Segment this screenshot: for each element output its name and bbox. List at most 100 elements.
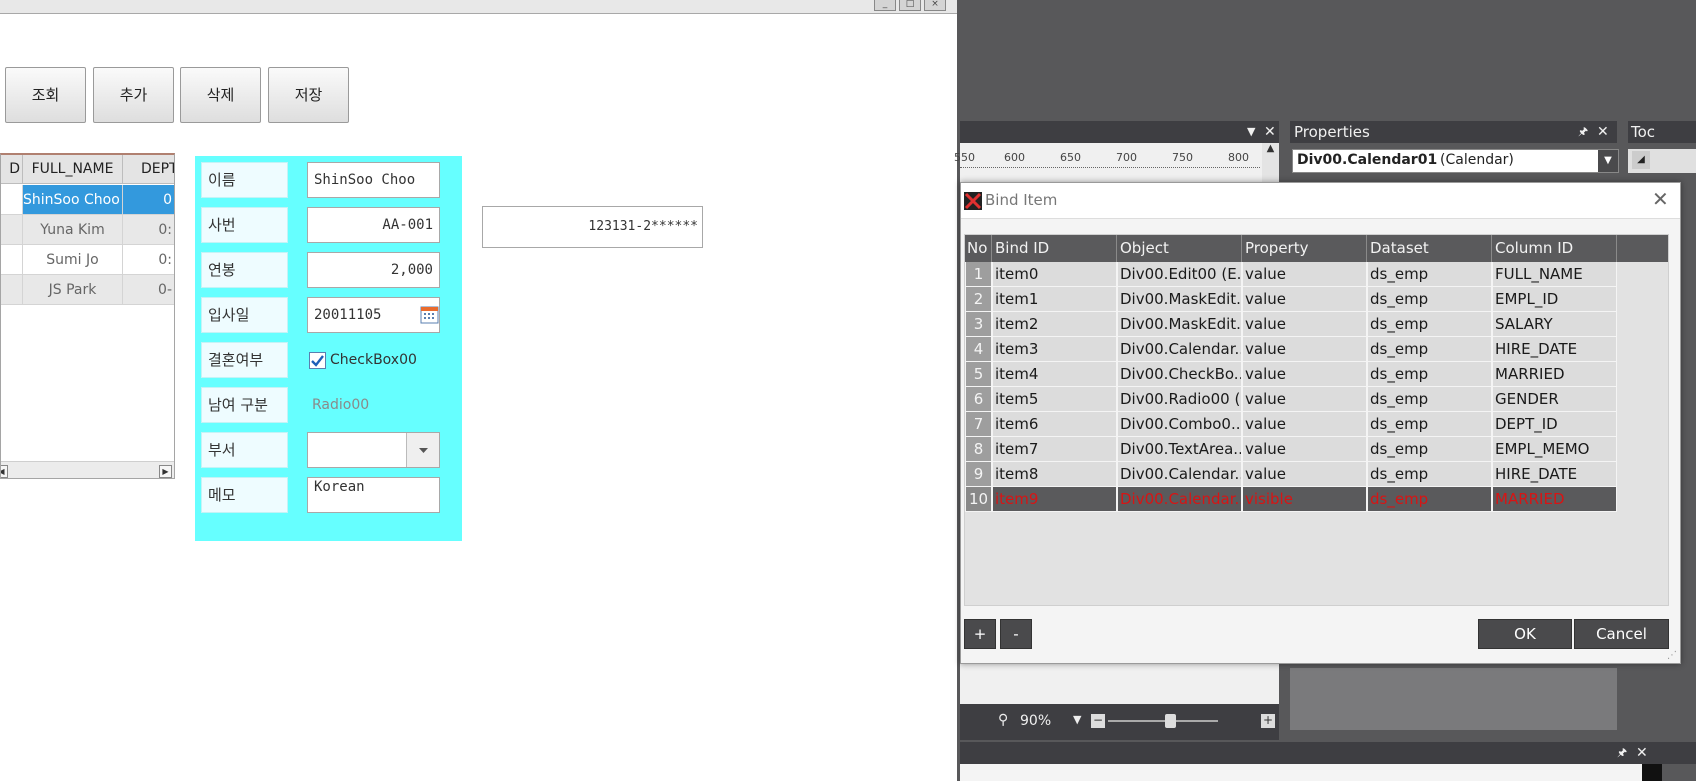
delete-button[interactable]: 삭제 <box>180 67 261 123</box>
grid-header-dept[interactable]: DEPT <box>123 155 174 184</box>
pin-icon[interactable]: 🖈 <box>1578 121 1588 143</box>
cell-dataset: ds_emp <box>1367 362 1492 387</box>
table-row[interactable]: 3 item2 Div00.MaskEdit... value ds_emp SALARY <box>965 312 1617 337</box>
cell-property: value <box>1242 362 1367 387</box>
properties-object-select[interactable]: Div00.Calendar01 (Calendar) ▼ <box>1292 149 1619 173</box>
cell-column-id: GENDER <box>1492 387 1617 412</box>
cancel-button[interactable]: Cancel <box>1574 619 1669 649</box>
column-header-property[interactable]: Property <box>1242 235 1367 262</box>
zoom-slider-thumb[interactable] <box>1165 714 1176 728</box>
hire-date-label: 입사일 <box>201 297 288 333</box>
ok-button[interactable]: OK <box>1478 619 1572 649</box>
table-row[interactable]: 1 item0 Div00.Edit00 (E... value ds_emp FULL_… <box>965 262 1617 287</box>
panel-menu-icon[interactable]: ▼ <box>1247 121 1255 143</box>
panel-close-icon[interactable]: ✕ <box>1597 121 1609 143</box>
table-row[interactable]: 9 item8 Div00.Calendar... value ds_emp HIRE_D… <box>965 462 1617 487</box>
table-row[interactable]: 7 item6 Div00.Combo0... value ds_emp DEPT_ID <box>965 412 1617 437</box>
scroll-up-icon[interactable]: ▲ <box>1262 143 1279 183</box>
zoom-dropdown-icon[interactable]: ▼ <box>1073 713 1081 726</box>
chevron-down-icon[interactable]: ▼ <box>1598 150 1618 172</box>
grid-row[interactable]: Yuna Kim 0: <box>1 215 174 245</box>
column-header-column-id[interactable]: Column ID <box>1492 235 1617 262</box>
ruler-label: 800 <box>1228 151 1249 164</box>
cell-property: value <box>1242 412 1367 437</box>
employee-id-field[interactable]: AA-001 <box>307 207 440 243</box>
properties-object-name: Div00.Calendar01 <box>1297 152 1438 168</box>
grid-row[interactable]: JS Park 0- <box>1 275 174 305</box>
scroll-right-icon[interactable]: ▶ <box>159 465 172 478</box>
chevron-down-icon[interactable] <box>406 433 439 467</box>
memo-textarea[interactable]: Korean <box>307 477 440 513</box>
bind-item-table[interactable]: No Bind ID Object Property Dataset Colum… <box>964 234 1669 606</box>
cell-column-id: EMPL_MEMO <box>1492 437 1617 462</box>
ruler-label: 750 <box>1172 151 1193 164</box>
cell-bind-id: item8 <box>992 462 1117 487</box>
cell-object: Div00.Edit00 (E... <box>1117 262 1242 287</box>
maximize-button[interactable]: □ <box>899 0 921 11</box>
cell-no: 1 <box>965 262 992 287</box>
table-row[interactable]: 6 item5 Div00.Radio00 (... value ds_emp GENDE… <box>965 387 1617 412</box>
column-header-bind-id[interactable]: Bind ID <box>992 235 1117 262</box>
employee-grid[interactable]: D FULL_NAME DEPT ShinSoo Choo 0 Yuna Kim… <box>0 153 175 479</box>
name-field[interactable]: ShinSoo Choo <box>307 162 440 198</box>
table-row[interactable]: 2 item1 Div00.MaskEdit... value ds_emp EMPL_I… <box>965 287 1617 312</box>
cell-bind-id: item2 <box>992 312 1117 337</box>
cell-column-id: FULL_NAME <box>1492 262 1617 287</box>
married-checkbox[interactable] <box>309 352 326 369</box>
zoom-in-icon[interactable]: + <box>1261 714 1275 728</box>
ruler-label: 600 <box>1004 151 1025 164</box>
cell-bind-id: item0 <box>992 262 1117 287</box>
cell-dataset: ds_emp <box>1367 412 1492 437</box>
column-header-object[interactable]: Object <box>1117 235 1242 262</box>
toolbox-arrow-icon[interactable]: ◢ <box>1632 151 1650 169</box>
cell-object: Div00.Calendar... <box>1117 337 1242 362</box>
search-button[interactable]: 조회 <box>5 67 86 123</box>
zoom-level: 90% <box>1020 713 1052 729</box>
table-row[interactable]: 4 item3 Div00.Calendar... value ds_emp HIRE_D… <box>965 337 1617 362</box>
cell-dataset: ds_emp <box>1367 312 1492 337</box>
grid-row[interactable]: Sumi Jo 0: <box>1 245 174 275</box>
grid-header-full-name[interactable]: FULL_NAME <box>23 155 123 184</box>
save-button[interactable]: 저장 <box>268 67 349 123</box>
remove-row-button[interactable]: - <box>1000 619 1032 649</box>
grid-cell-dept: 0 <box>123 185 174 215</box>
grid-header-id[interactable]: D <box>1 155 23 184</box>
grid-row[interactable]: ShinSoo Choo 0 <box>1 185 174 215</box>
zoom-bar: ⚲ 90% ▼ − + <box>960 704 1279 740</box>
add-button[interactable]: 추가 <box>93 67 174 123</box>
column-header-no[interactable]: No <box>965 235 992 262</box>
salary-field[interactable]: 2,000 <box>307 252 440 288</box>
table-row[interactable]: 5 item4 Div00.CheckBo... value ds_emp MARRIED <box>965 362 1617 387</box>
close-window-button[interactable]: × <box>924 0 946 11</box>
cell-no: 2 <box>965 287 992 312</box>
pin-icon[interactable]: 🖈 <box>1617 742 1627 764</box>
output-scrollbar[interactable] <box>1642 764 1662 781</box>
minimize-button[interactable]: _ <box>874 0 896 11</box>
panel-close-icon[interactable]: ✕ <box>1636 742 1648 764</box>
zoom-slider[interactable] <box>1108 720 1218 722</box>
column-header-filler <box>1617 235 1668 262</box>
cell-no: 3 <box>965 312 992 337</box>
design-ruler: 550 600 650 700 750 800 ▲ <box>954 143 1279 183</box>
toolbox-toolbar: ◢ <box>1628 149 1696 173</box>
resize-grip-icon[interactable]: ⋰ <box>1667 650 1677 661</box>
cell-object: Div00.Radio00 (... <box>1117 387 1242 412</box>
ssn-field[interactable]: 123131-2****** <box>482 206 703 248</box>
grid-cell-dept: 0- <box>123 275 174 305</box>
grid-horizontal-scrollbar[interactable]: ◀ ▶ <box>1 461 174 478</box>
add-row-button[interactable]: + <box>964 619 996 649</box>
column-header-dataset[interactable]: Dataset <box>1367 235 1492 262</box>
table-row[interactable]: 10 item9 Div00.Calendar... visible ds_emp MAR… <box>965 487 1617 512</box>
zoom-icon[interactable]: ⚲ <box>998 712 1008 728</box>
calendar-icon[interactable] <box>420 305 439 324</box>
close-icon[interactable]: ✕ <box>1652 187 1669 211</box>
table-row[interactable]: 8 item7 Div00.TextArea... value ds_emp EMPL_M… <box>965 437 1617 462</box>
gender-radio[interactable]: Radio00 <box>312 396 369 414</box>
name-label: 이름 <box>201 162 288 198</box>
zoom-out-icon[interactable]: − <box>1091 714 1105 728</box>
panel-close-icon[interactable]: ✕ <box>1264 121 1276 143</box>
scroll-left-icon[interactable]: ◀ <box>1 465 8 478</box>
cell-column-id: EMPL_ID <box>1492 287 1617 312</box>
cell-dataset: ds_emp <box>1367 287 1492 312</box>
design-canvas-bottom <box>960 664 1279 704</box>
